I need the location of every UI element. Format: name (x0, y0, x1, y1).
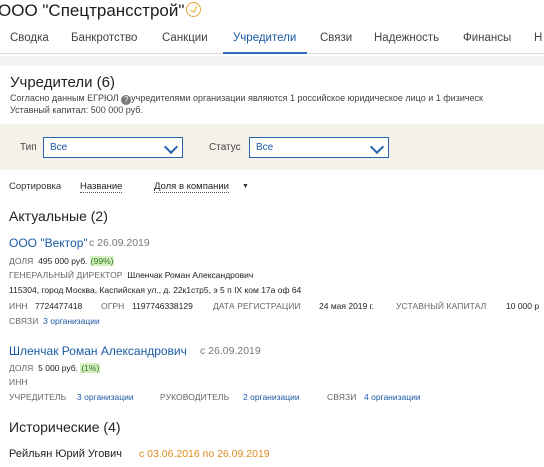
founder-label: УЧРЕДИТЕЛЬ (9, 392, 67, 402)
ogrn-label: ОГРН (101, 301, 125, 311)
links-label: СВЯЗИ (9, 316, 39, 326)
director-row: ГЕНЕРАЛЬНЫЙ ДИРЕКТОР Шленчак Роман Алекс… (9, 270, 253, 280)
inn-value: 7724477418 (35, 301, 83, 311)
tab-summary[interactable]: Сводка (10, 32, 49, 44)
share-label: ДОЛЯ (9, 363, 34, 373)
header: ООО "Спецтрансстрой" (0, 0, 544, 22)
tab-founders[interactable]: Учредители (233, 32, 296, 44)
links-row: СВЯЗИ 3 организации (9, 316, 100, 326)
links-link[interactable]: 4 организации (364, 392, 421, 402)
active-tab-indicator (223, 52, 307, 54)
actual-section-title: Актуальные (2) (9, 208, 108, 224)
type-select-value: Все (50, 142, 68, 153)
share-row: ДОЛЯ 5 000 руб. (1%) (9, 363, 101, 373)
sort-label: Сортировка (9, 181, 62, 192)
inn-row: ИНН (9, 377, 28, 387)
type-select[interactable]: Все (43, 137, 183, 158)
star-icon[interactable] (186, 2, 201, 17)
entity-date: с 26.09.2019 (89, 237, 150, 249)
capital-text: Уставный капитал: 500 000 руб. (10, 105, 143, 115)
tab-bar: Сводка Банкротство Санкции Учредители Св… (0, 24, 544, 54)
share-row: ДОЛЯ 495 000 руб. (99%) (9, 256, 115, 266)
chevron-down-icon (369, 139, 385, 155)
tab-sanctions[interactable]: Санкции (162, 32, 208, 44)
share-value: 5 000 руб. (38, 363, 78, 373)
page-title: Учредители (6) (10, 74, 116, 91)
entity-name-shlenchak[interactable]: Шленчак Роман Александрович (9, 344, 187, 358)
head-label: РУКОВОДИТЕЛЬ (160, 392, 230, 402)
tab-bankruptcy[interactable]: Банкротство (71, 32, 137, 44)
founder-link[interactable]: 3 организации (77, 392, 134, 402)
address-row: 115304, город Москва, Каспийская ул., д.… (9, 285, 301, 295)
reg-date-label: ДАТА РЕГИСТРАЦИИ (213, 301, 301, 311)
capital-value: 10 000 р (506, 301, 540, 311)
tab-more[interactable]: Н (534, 32, 542, 44)
tab-reliability[interactable]: Надежность (374, 32, 439, 44)
founders-description: Согласно данным ЕГРЮЛ ? учредителями орга… (10, 93, 483, 105)
sort-by-name[interactable]: Название (80, 181, 123, 193)
links-label: СВЯЗИ (327, 392, 357, 402)
company-title: ООО "Спецтрансстрой" (0, 1, 185, 20)
head-link[interactable]: 2 организации (243, 392, 300, 402)
inn-label: ИНН (9, 377, 28, 387)
description-end: учредителями организации являются 1 росс… (131, 93, 483, 103)
share-label: ДОЛЯ (9, 256, 34, 266)
status-filter-label: Статус (209, 142, 241, 153)
tab-connections[interactable]: Связи (320, 32, 352, 44)
ogrn-value: 1197746338129 (132, 301, 193, 311)
type-filter-label: Тип (20, 142, 37, 153)
capital-label: УСТАВНЫЙ КАПИТАЛ (396, 301, 487, 311)
historic-person-name: Рейльян Юрий Угович (9, 448, 123, 460)
divider-band (0, 56, 544, 66)
share-percent-badge: (1%) (80, 363, 101, 373)
caret-down-icon: ▼ (242, 183, 249, 190)
info-icon[interactable]: ? (121, 95, 132, 105)
entity-name-vector[interactable]: ООО "Вектор" (9, 236, 88, 250)
chevron-down-icon (163, 139, 179, 155)
status-select[interactable]: Все (249, 137, 389, 158)
director-value: Шленчак Роман Александрович (127, 270, 254, 280)
share-percent-badge: (99%) (89, 256, 115, 266)
historic-period: с 03.06.2016 по 26.09.2019 (139, 448, 270, 460)
historic-section-title: Исторические (4) (9, 419, 121, 435)
reg-date-value: 24 мая 2019 г. (319, 301, 375, 311)
share-value: 495 000 руб. (38, 256, 88, 266)
director-label: ГЕНЕРАЛЬНЫЙ ДИРЕКТОР (9, 270, 123, 280)
inn-label: ИНН (9, 301, 28, 311)
status-select-value: Все (256, 142, 274, 153)
entity-date: с 26.09.2019 (200, 345, 261, 357)
description-start: Согласно данным ЕГРЮЛ (10, 93, 119, 103)
tab-finance[interactable]: Финансы (463, 32, 511, 44)
address-value: 115304, город Москва, Каспийская ул., д.… (9, 285, 302, 295)
sort-by-share[interactable]: Доля в компании (154, 181, 229, 193)
links-link[interactable]: 3 организации (43, 316, 100, 326)
